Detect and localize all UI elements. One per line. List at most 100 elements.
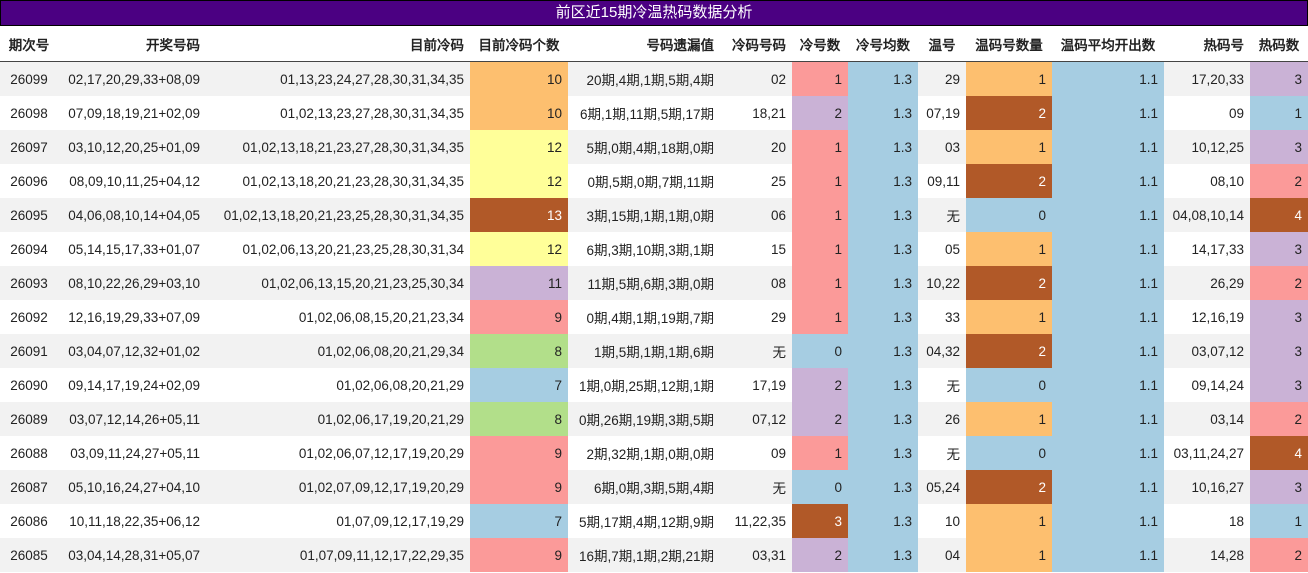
hot-n-cell[interactable]: 3 — [1250, 300, 1308, 334]
warm-avg-cell[interactable]: 1.1 — [1052, 504, 1164, 538]
cold-n-cell[interactable]: 1 — [792, 232, 848, 266]
hot-cell[interactable]: 03,14 — [1164, 402, 1250, 436]
warm-n-cell[interactable]: 1 — [966, 504, 1052, 538]
table-row[interactable]: 26099 02,17,20,29,33+08,09 01,13,23,24,27,… — [0, 61, 1308, 96]
omit-cell[interactable]: 6期,0期,3期,5期,4期 — [568, 470, 720, 504]
table-row[interactable]: 26098 07,09,18,19,21+02,09 01,02,13,23,27,… — [0, 96, 1308, 130]
warm-cell[interactable]: 04,32 — [918, 334, 966, 368]
cold-n-cell[interactable]: 2 — [792, 402, 848, 436]
omit-cell[interactable]: 6期,1期,11期,5期,17期 — [568, 96, 720, 130]
cold-cell[interactable]: 01,02,06,08,20,21,29 — [206, 368, 470, 402]
draw-cell[interactable]: 05,14,15,17,33+01,07 — [58, 232, 206, 266]
omit-cell[interactable]: 1期,0期,25期,12期,1期 — [568, 368, 720, 402]
hot-n-cell[interactable]: 3 — [1250, 470, 1308, 504]
cold-cell[interactable]: 01,02,06,08,15,20,21,23,34 — [206, 300, 470, 334]
cold-avg-cell[interactable]: 1.3 — [848, 504, 918, 538]
cold-cell[interactable]: 01,02,06,13,20,21,23,25,28,30,31,34 — [206, 232, 470, 266]
hot-n-cell[interactable]: 3 — [1250, 334, 1308, 368]
warm-avg-cell[interactable]: 1.1 — [1052, 402, 1164, 436]
hot-cell[interactable]: 08,10 — [1164, 164, 1250, 198]
hot-n-cell[interactable]: 2 — [1250, 402, 1308, 436]
draw-cell[interactable]: 04,06,08,10,14+04,05 — [58, 198, 206, 232]
omit-cell[interactable]: 16期,7期,1期,2期,21期 — [568, 538, 720, 572]
cold-nums-cell[interactable]: 02 — [720, 61, 792, 96]
cold-cell[interactable]: 01,02,13,18,20,21,23,28,30,31,34,35 — [206, 164, 470, 198]
cold-n-cell[interactable]: 3 — [792, 504, 848, 538]
omit-cell[interactable]: 0期,4期,1期,19期,7期 — [568, 300, 720, 334]
cold-avg-cell[interactable]: 1.3 — [848, 334, 918, 368]
cold-cell[interactable]: 01,02,06,13,15,20,21,23,25,30,34 — [206, 266, 470, 300]
hot-cell[interactable]: 14,17,33 — [1164, 232, 1250, 266]
warm-avg-cell[interactable]: 1.1 — [1052, 300, 1164, 334]
warm-avg-cell[interactable]: 1.1 — [1052, 164, 1164, 198]
table-row[interactable]: 26096 08,09,10,11,25+04,12 01,02,13,18,20,… — [0, 164, 1308, 198]
table-row[interactable]: 26097 03,10,12,20,25+01,09 01,02,13,18,21,… — [0, 130, 1308, 164]
warm-avg-cell[interactable]: 1.1 — [1052, 96, 1164, 130]
cold-nums-cell[interactable]: 20 — [720, 130, 792, 164]
cold-cell[interactable]: 01,07,09,12,17,19,29 — [206, 504, 470, 538]
issue-cell[interactable]: 26089 — [0, 402, 58, 436]
issue-cell[interactable]: 26088 — [0, 436, 58, 470]
cold-n-cell[interactable]: 0 — [792, 334, 848, 368]
cold-count-cell[interactable]: 12 — [470, 164, 568, 198]
issue-cell[interactable]: 26085 — [0, 538, 58, 572]
cold-cell[interactable]: 01,02,13,18,20,21,23,25,28,30,31,34,35 — [206, 198, 470, 232]
issue-cell[interactable]: 26098 — [0, 96, 58, 130]
cold-count-cell[interactable]: 10 — [470, 61, 568, 96]
table-row[interactable]: 26094 05,14,15,17,33+01,07 01,02,06,13,20,… — [0, 232, 1308, 266]
warm-avg-cell[interactable]: 1.1 — [1052, 368, 1164, 402]
cold-nums-cell[interactable]: 17,19 — [720, 368, 792, 402]
col-header-hot[interactable]: 热码号 — [1164, 26, 1250, 62]
warm-avg-cell[interactable]: 1.1 — [1052, 470, 1164, 504]
draw-cell[interactable]: 08,10,22,26,29+03,10 — [58, 266, 206, 300]
hot-n-cell[interactable]: 3 — [1250, 130, 1308, 164]
cold-avg-cell[interactable]: 1.3 — [848, 470, 918, 504]
col-header-cold-nums[interactable]: 冷码号码 — [720, 26, 792, 62]
cold-count-cell[interactable]: 11 — [470, 266, 568, 300]
omit-cell[interactable]: 2期,32期,1期,0期,0期 — [568, 436, 720, 470]
warm-cell[interactable]: 05,24 — [918, 470, 966, 504]
col-header-cold[interactable]: 目前冷码 — [206, 26, 470, 62]
cold-cell[interactable]: 01,02,13,18,21,23,27,28,30,31,34,35 — [206, 130, 470, 164]
col-header-warm[interactable]: 温号 — [918, 26, 966, 62]
table-row[interactable]: 26086 10,11,18,22,35+06,12 01,07,09,12,17,… — [0, 504, 1308, 538]
hot-n-cell[interactable]: 2 — [1250, 164, 1308, 198]
cold-avg-cell[interactable]: 1.3 — [848, 300, 918, 334]
table-row[interactable]: 26091 03,04,07,12,32+01,02 01,02,06,08,20,… — [0, 334, 1308, 368]
omit-cell[interactable]: 1期,5期,1期,1期,6期 — [568, 334, 720, 368]
omit-cell[interactable]: 5期,17期,4期,12期,9期 — [568, 504, 720, 538]
issue-cell[interactable]: 26091 — [0, 334, 58, 368]
hot-n-cell[interactable]: 2 — [1250, 266, 1308, 300]
warm-n-cell[interactable]: 2 — [966, 266, 1052, 300]
warm-n-cell[interactable]: 0 — [966, 436, 1052, 470]
hot-cell[interactable]: 04,08,10,14 — [1164, 198, 1250, 232]
hot-n-cell[interactable]: 2 — [1250, 538, 1308, 572]
cold-cell[interactable]: 01,13,23,24,27,28,30,31,34,35 — [206, 61, 470, 96]
hot-cell[interactable]: 12,16,19 — [1164, 300, 1250, 334]
col-header-cold-count[interactable]: 目前冷码个数 — [470, 26, 568, 62]
warm-n-cell[interactable]: 1 — [966, 130, 1052, 164]
warm-cell[interactable]: 05 — [918, 232, 966, 266]
cold-avg-cell[interactable]: 1.3 — [848, 61, 918, 96]
cold-n-cell[interactable]: 1 — [792, 266, 848, 300]
warm-avg-cell[interactable]: 1.1 — [1052, 334, 1164, 368]
cold-count-cell[interactable]: 8 — [470, 334, 568, 368]
warm-cell[interactable]: 04 — [918, 538, 966, 572]
issue-cell[interactable]: 26090 — [0, 368, 58, 402]
cold-nums-cell[interactable]: 03,31 — [720, 538, 792, 572]
cold-count-cell[interactable]: 7 — [470, 368, 568, 402]
cold-count-cell[interactable]: 12 — [470, 232, 568, 266]
hot-cell[interactable]: 10,12,25 — [1164, 130, 1250, 164]
col-header-draw[interactable]: 开奖号码 — [58, 26, 206, 62]
warm-cell[interactable]: 09,11 — [918, 164, 966, 198]
cold-avg-cell[interactable]: 1.3 — [848, 402, 918, 436]
omit-cell[interactable]: 20期,4期,1期,5期,4期 — [568, 61, 720, 96]
hot-cell[interactable]: 18 — [1164, 504, 1250, 538]
cold-nums-cell[interactable]: 无 — [720, 334, 792, 368]
table-row[interactable]: 26085 03,04,14,28,31+05,07 01,07,09,11,12,… — [0, 538, 1308, 572]
issue-cell[interactable]: 26087 — [0, 470, 58, 504]
cold-n-cell[interactable]: 1 — [792, 300, 848, 334]
issue-cell[interactable]: 26095 — [0, 198, 58, 232]
warm-avg-cell[interactable]: 1.1 — [1052, 436, 1164, 470]
hot-n-cell[interactable]: 3 — [1250, 368, 1308, 402]
